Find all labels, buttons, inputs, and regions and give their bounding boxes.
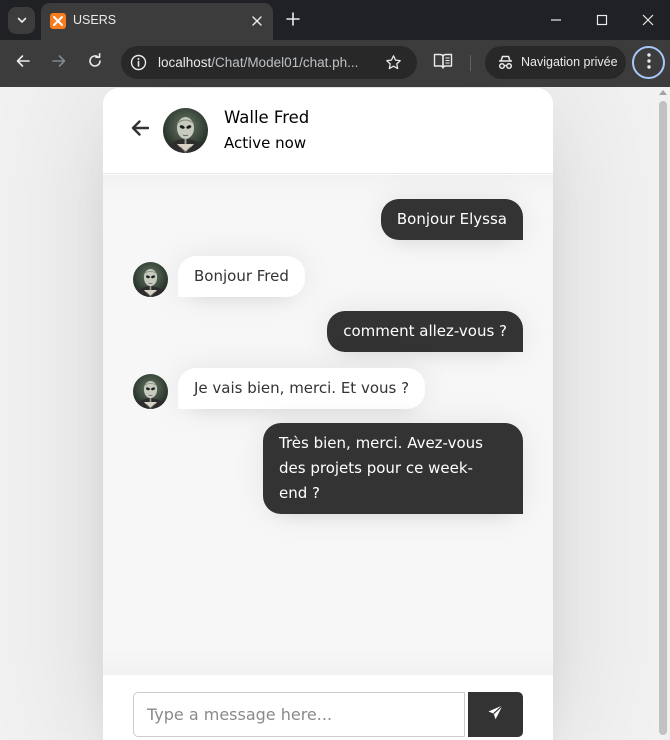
more-vertical-icon (646, 52, 651, 73)
alien-avatar-icon (163, 108, 208, 153)
tab-title: USERS (73, 13, 117, 27)
close-icon (642, 11, 654, 30)
chat-messages: Bonjour Elyssa Bonjour Fred comment alle… (103, 175, 553, 675)
bookmark-star-icon[interactable] (384, 53, 403, 72)
maximize-icon (596, 11, 608, 30)
outgoing-message: Bonjour Elyssa (380, 199, 523, 240)
outgoing-message: Très bien, merci. Avez-vous des projets … (263, 423, 523, 514)
book-open-icon (433, 52, 453, 74)
alien-avatar-icon (133, 374, 168, 409)
close-tab-icon[interactable] (249, 13, 265, 29)
typing-area (103, 675, 553, 740)
message-input[interactable] (133, 692, 465, 737)
url-host: localhost (158, 55, 212, 70)
incognito-indicator[interactable]: Navigation privée (485, 46, 626, 79)
contact-avatar (163, 108, 208, 153)
chat-wrapper: Walle Fred Active now Bonjour Elyssa Bon… (103, 88, 553, 740)
incognito-icon (497, 54, 514, 71)
message-line: des projets pour ce week- (279, 459, 473, 477)
scroll-thumb[interactable] (659, 101, 667, 735)
reload-button[interactable] (83, 51, 107, 75)
plus-icon (286, 11, 300, 30)
alien-avatar-icon (133, 262, 168, 297)
address-bar[interactable]: localhost/Chat/Model01/chat.ph... (121, 46, 417, 79)
send-button[interactable] (468, 692, 523, 737)
paper-plane-icon (487, 704, 504, 725)
contact-name: Walle Fred (224, 108, 310, 127)
incoming-message: Bonjour Fred (178, 256, 305, 297)
browser-menu-button[interactable] (632, 46, 665, 79)
site-info-icon[interactable] (129, 53, 148, 72)
minimize-icon (550, 11, 562, 30)
contact-status: Active now (224, 134, 307, 152)
reading-mode-button[interactable] (432, 52, 454, 74)
arrow-left-icon (15, 53, 31, 73)
browser-tab-users[interactable]: USERS (41, 3, 273, 40)
toolbar-separator (470, 55, 471, 71)
message-line: end ? (279, 484, 320, 502)
new-tab-button[interactable] (283, 10, 303, 30)
page-viewport: Walle Fred Active now Bonjour Elyssa Bon… (0, 87, 656, 740)
url-path: /Chat/Model01/chat.ph... (211, 55, 359, 70)
browser-toolbar: localhost/Chat/Model01/chat.ph... Naviga… (0, 40, 670, 87)
tab-search-button[interactable] (8, 7, 35, 34)
chat-header: Walle Fred Active now (103, 88, 553, 174)
incoming-message: Je vais bien, merci. Et vous ? (178, 368, 426, 409)
forward-button[interactable] (47, 51, 71, 75)
incoming-avatar (133, 262, 168, 297)
arrow-right-icon (51, 53, 67, 73)
reload-icon (87, 53, 103, 73)
xampp-favicon-icon (50, 13, 66, 29)
page-scrollbar[interactable] (656, 87, 670, 740)
minimize-window-button[interactable] (544, 8, 568, 32)
close-window-button[interactable] (636, 8, 660, 32)
chevron-down-icon (16, 11, 28, 30)
maximize-window-button[interactable] (590, 8, 614, 32)
message-line: Très bien, merci. Avez-vous (279, 434, 483, 452)
arrow-left-icon (131, 120, 150, 140)
scroll-up-arrow-icon[interactable] (659, 90, 667, 95)
incoming-avatar (133, 374, 168, 409)
back-arrow-button[interactable] (129, 119, 151, 141)
url-text[interactable]: localhost/Chat/Model01/chat.ph... (158, 55, 358, 70)
browser-tab-strip: USERS (0, 0, 670, 40)
incognito-label: Navigation privée (521, 55, 618, 69)
back-button[interactable] (11, 51, 35, 75)
outgoing-message: comment allez-vous ? (327, 311, 523, 352)
